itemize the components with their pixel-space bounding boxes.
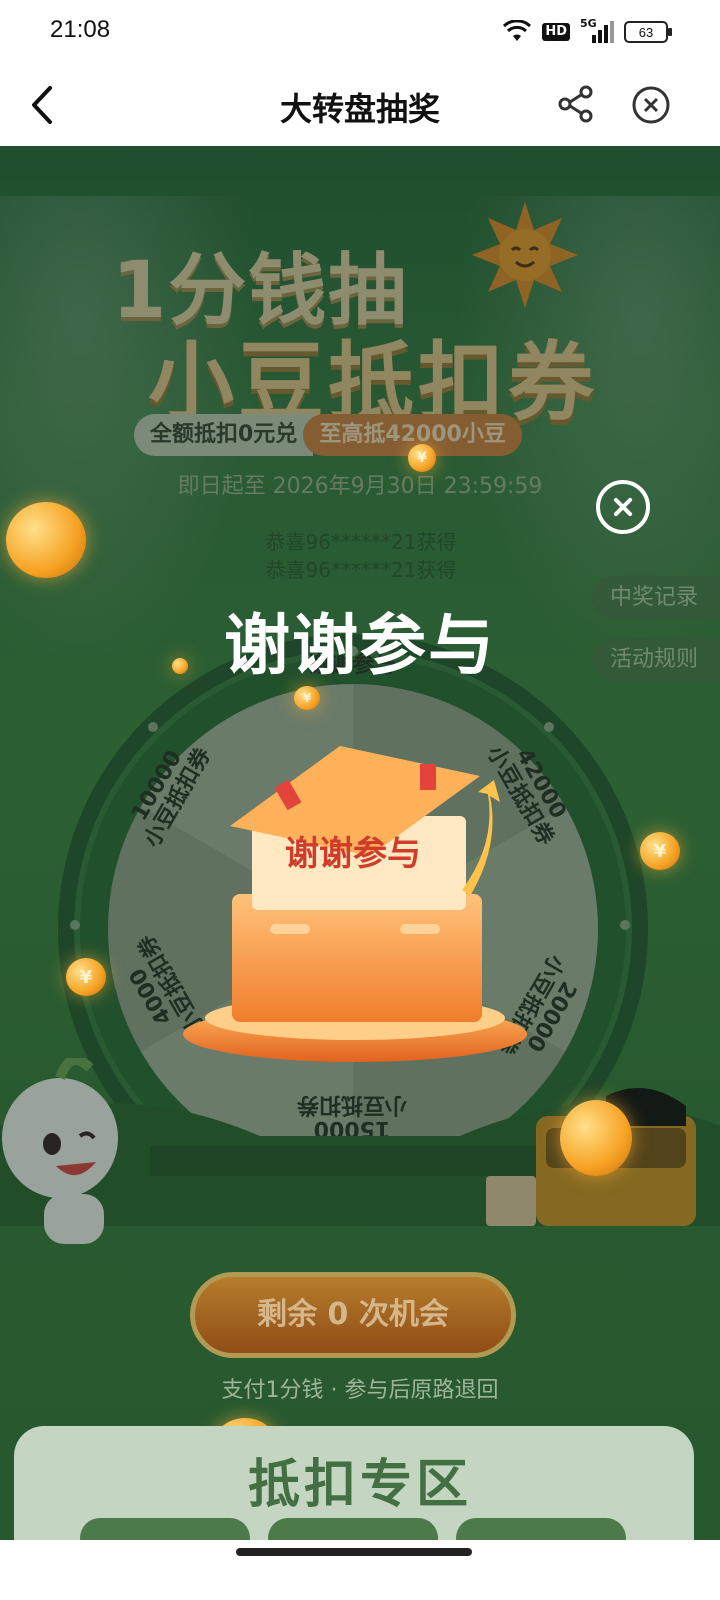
ticker-line: 恭喜96******21获得 (265, 558, 457, 582)
status-time: 21:08 (50, 16, 111, 43)
coin-icon: ¥ (640, 832, 680, 870)
main-content: 1分钱抽 小豆抵扣券 全额抵扣0元兑 至高抵42000小豆 即日起至 2026年… (0, 146, 720, 1540)
share-icon[interactable] (556, 84, 596, 124)
discount-tab[interactable] (80, 1518, 250, 1540)
signal-icon: 5G (580, 17, 614, 45)
result-close-button[interactable] (596, 480, 650, 534)
wifi-icon (503, 20, 532, 41)
discount-tab[interactable] (456, 1518, 626, 1540)
battery-level: 63 (638, 24, 654, 40)
discount-section-title: 抵扣专区 (247, 1455, 472, 1515)
ticker-line: 恭喜96******21获得 (265, 530, 457, 554)
wheel-light (70, 920, 80, 930)
promo-pills: 全额抵扣0元兑 至高抵42000小豆 (134, 414, 522, 456)
coin-icon: ¥ (294, 686, 320, 710)
battery-icon: 63 (624, 21, 672, 43)
discount-section-tabs (80, 1518, 626, 1540)
sun-mascot-icon (472, 202, 578, 308)
mascot-character (2, 1058, 118, 1244)
coin-icon (6, 502, 86, 578)
draw-chances-button[interactable]: 剩余 0 次机会 (190, 1272, 516, 1358)
close-page-icon[interactable] (630, 84, 672, 126)
coin-icon (560, 1100, 632, 1176)
hd-badge: HD (542, 23, 570, 41)
wheel-light (544, 722, 554, 732)
status-icons: HD 5G 63 (502, 17, 672, 46)
wheel-light (148, 722, 158, 732)
winner-ticker: 恭喜96******21获得 恭喜96******21获得 (226, 528, 496, 584)
cta-subtext: 支付1分钱 · 参与后原路退回 (221, 1378, 499, 1403)
promo-pill-left: 全额抵扣0元兑 (134, 414, 314, 456)
status-bar: 21:08 HD 5G 63 (0, 0, 720, 64)
home-indicator[interactable] (236, 1548, 472, 1556)
gift-box-label: 谢谢参与 (285, 834, 421, 874)
coin-icon (172, 658, 188, 674)
coin-icon: ¥ (408, 444, 436, 472)
result-title: 谢谢参与 (224, 607, 496, 684)
discount-tab[interactable] (268, 1518, 438, 1540)
gift-box-illustration (183, 746, 527, 1062)
wheel-light (620, 920, 630, 930)
nav-bar: 大转盘抽奖 (0, 64, 720, 146)
page-title: 大转盘抽奖 (279, 90, 440, 128)
coin-icon: ¥ (66, 958, 106, 996)
